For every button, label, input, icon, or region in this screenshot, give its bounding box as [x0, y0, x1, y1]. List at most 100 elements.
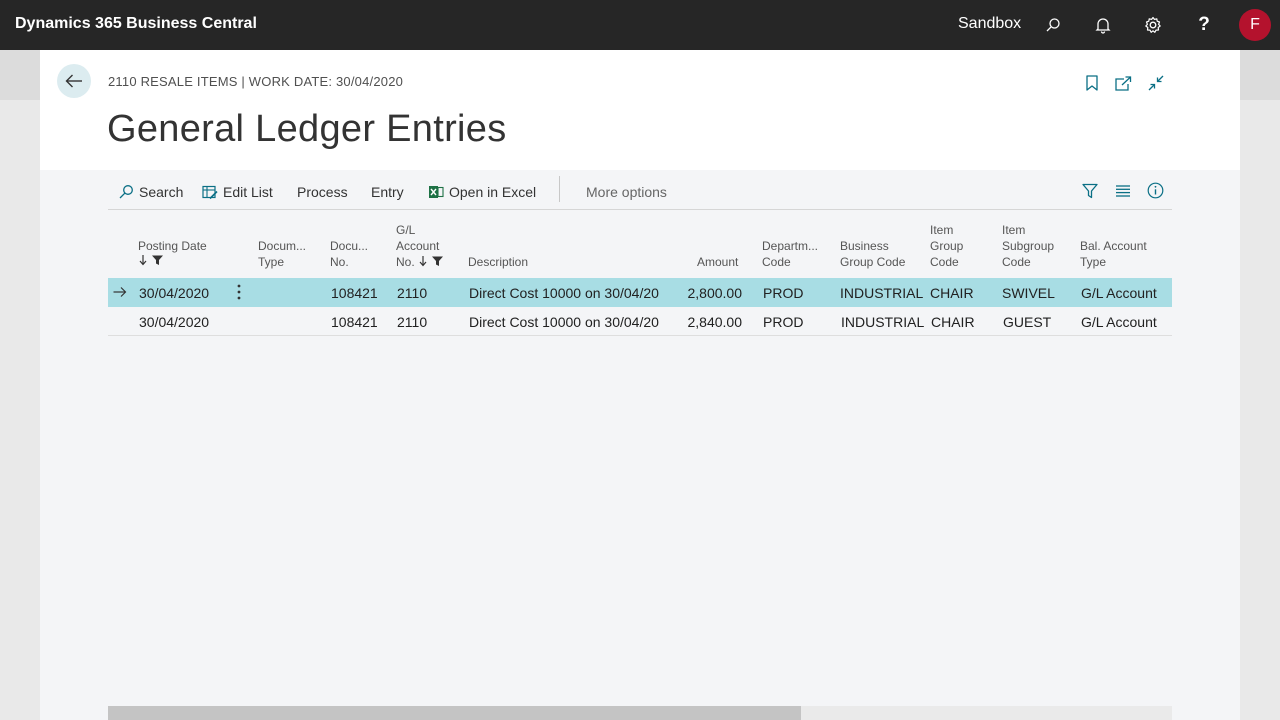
edit-list-action[interactable]: Edit List [202, 182, 273, 202]
column-item-subgroup-code-line1: Item [1002, 223, 1026, 237]
open-in-excel-action[interactable]: Open in Excel [428, 182, 536, 202]
cell-gl-account-no[interactable]: 2110 [397, 285, 427, 301]
more-options-button[interactable]: More options [586, 182, 667, 202]
column-business-group-code-line1: Business [840, 239, 889, 253]
bookmark-icon[interactable] [1081, 72, 1103, 94]
avatar[interactable]: F [1239, 9, 1271, 41]
column-item-subgroup-code[interactable]: Item Subgroup Code [1002, 222, 1054, 270]
column-item-group-code-line3: Code [930, 255, 959, 269]
bell-icon[interactable] [1091, 13, 1115, 37]
entry-menu[interactable]: Entry [371, 182, 404, 202]
column-description[interactable]: Description [468, 254, 528, 270]
sort-descending-icon [139, 255, 163, 266]
grid-header: Posting Date Docum... Type Docu... No. G… [108, 220, 1172, 278]
column-department-code[interactable]: Departm... Code [762, 238, 818, 270]
column-bal-account-type[interactable]: Bal. Account Type [1080, 238, 1147, 270]
column-item-group-code-line2: Group [930, 239, 964, 253]
cell-item-group-code: CHAIR [930, 285, 974, 301]
column-bal-account-type-line2: Type [1080, 255, 1107, 269]
gear-icon[interactable] [1141, 13, 1165, 37]
edit-list-icon [202, 185, 218, 199]
open-in-excel-label: Open in Excel [449, 184, 537, 200]
cell-item-group-code: CHAIR [931, 314, 975, 330]
search-action-label: Search [139, 184, 184, 200]
filter-icon[interactable] [1082, 181, 1103, 201]
column-posting-date[interactable]: Posting Date [138, 238, 207, 270]
page-caption: 2110 RESALE ITEMS | WORK DATE: 30/04/202… [108, 74, 404, 89]
edit-list-action-label: Edit List [223, 184, 273, 200]
search-action[interactable]: Search [118, 182, 183, 202]
table-row[interactable]: 30/04/2020 108421 2110 Direct Cost 10000… [108, 307, 1172, 336]
page-title: General Ledger Entries [107, 108, 507, 150]
cell-amount[interactable]: 2,800.00 [688, 285, 743, 301]
cell-posting-date: 30/04/2020 [139, 314, 210, 330]
arrow-right-icon [113, 287, 127, 297]
cell-department-code: PROD [763, 314, 804, 330]
column-document-type[interactable]: Docum... Type [258, 238, 306, 270]
column-description-label: Description [468, 255, 529, 269]
horizontal-scrollbar-thumb[interactable] [108, 706, 801, 720]
cell-business-group-code: INDUSTRIAL [841, 314, 925, 330]
back-button[interactable] [57, 64, 91, 98]
column-document-no-line2: No. [330, 255, 349, 269]
cell-description: Direct Cost 10000 on 30/04/20 [469, 314, 659, 330]
column-business-group-code-line2: Group Code [840, 255, 906, 269]
cell-document-no: 108421 [331, 314, 378, 330]
collapse-icon[interactable] [1145, 72, 1167, 94]
column-item-subgroup-code-line3: Code [1002, 255, 1031, 269]
more-options-label: More options [586, 184, 667, 200]
help-icon[interactable]: ? [1192, 13, 1216, 37]
search-icon [119, 185, 133, 199]
column-item-group-code-line1: Item [930, 223, 954, 237]
cell-description: Direct Cost 10000 on 30/04/20 [469, 285, 659, 301]
row-menu-icon[interactable] [234, 283, 244, 301]
open-new-window-icon[interactable] [1112, 72, 1134, 94]
cell-bal-account-type: G/L Account [1081, 314, 1157, 330]
app-title[interactable]: Dynamics 365 Business Central [15, 15, 257, 33]
column-business-group-code[interactable]: Business Group Code [840, 238, 905, 270]
column-gl-account-no[interactable]: G/L Account No. [396, 222, 446, 270]
process-menu-label: Process [297, 184, 348, 200]
cell-item-subgroup-code: GUEST [1003, 314, 1052, 330]
arrow-left-icon [65, 74, 82, 88]
cell-posting-date: 30/04/2020 [139, 285, 210, 301]
excel-icon [429, 186, 444, 198]
cell-gl-account-no[interactable]: 2110 [397, 314, 427, 330]
column-gl-account-no-line3: No. [396, 254, 446, 270]
column-gl-account-no-label: No. [396, 255, 415, 269]
cell-business-group-code: INDUSTRIAL [840, 285, 924, 301]
process-menu[interactable]: Process [297, 182, 348, 202]
column-document-type-line2: Type [258, 255, 285, 269]
cell-bal-account-type: G/L Account [1081, 285, 1157, 301]
sort-filter-icon [419, 256, 444, 267]
page-panel: 2110 RESALE ITEMS | WORK DATE: 30/04/202… [40, 50, 1240, 720]
cell-document-no: 108421 [331, 285, 378, 301]
column-document-type-line1: Docum... [258, 239, 307, 253]
sort-filter-indicator [138, 254, 207, 270]
cell-item-subgroup-code: SWIVEL [1002, 285, 1055, 301]
column-posting-date-label: Posting Date [138, 239, 207, 253]
column-gl-account-no-line1: G/L [396, 223, 416, 237]
search-icon[interactable] [1041, 13, 1065, 37]
column-bal-account-type-line1: Bal. Account [1080, 239, 1147, 253]
action-separator [559, 176, 560, 202]
column-department-code-line2: Code [762, 255, 791, 269]
column-amount-label: Amount [697, 255, 739, 269]
column-document-no-line1: Docu... [330, 239, 369, 253]
page-header: 2110 RESALE ITEMS | WORK DATE: 30/04/202… [40, 50, 1240, 170]
column-department-code-line1: Departm... [762, 239, 819, 253]
column-amount[interactable]: Amount [697, 254, 738, 270]
column-item-group-code[interactable]: Item Group Code [930, 222, 963, 270]
app-bar: Dynamics 365 Business Central Sandbox ? … [0, 0, 1280, 50]
info-icon[interactable] [1147, 180, 1169, 200]
list-view-icon[interactable] [1115, 181, 1136, 201]
column-gl-account-no-line2: Account [396, 239, 440, 253]
column-item-subgroup-code-line2: Subgroup [1002, 239, 1055, 253]
action-bar: Search Edit List Process Entry Open in E… [108, 176, 1172, 210]
cell-amount[interactable]: 2,840.00 [688, 314, 743, 330]
table-row[interactable]: 30/04/2020 108421 2110 Direct Cost 10000… [108, 278, 1172, 307]
environment-name: Sandbox [958, 15, 1022, 32]
column-document-no[interactable]: Docu... No. [330, 238, 368, 270]
entry-menu-label: Entry [371, 184, 404, 200]
cell-department-code: PROD [763, 285, 804, 301]
